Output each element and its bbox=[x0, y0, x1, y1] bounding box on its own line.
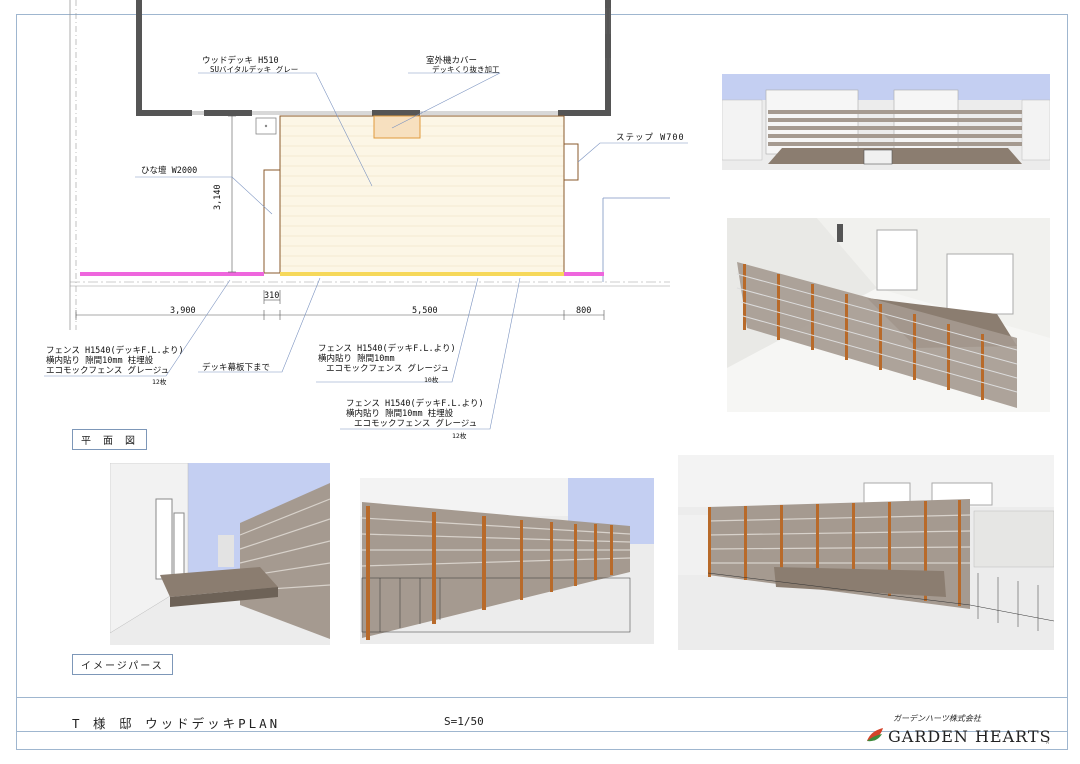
fence-line-mid bbox=[280, 272, 564, 276]
fence-left-line1: フェンス H1540(デッキF.L.より) bbox=[46, 346, 184, 356]
corner-mark: A bbox=[1046, 740, 1050, 746]
ac-cover-plan bbox=[373, 115, 421, 139]
plan-view-drawing bbox=[44, 0, 688, 430]
hina-step-plan bbox=[263, 169, 281, 274]
wood-deck-sub: SUバイタルデッキ グレー bbox=[210, 65, 299, 74]
dimension-800: 800 bbox=[576, 306, 592, 316]
fence-mid-line3: エコモックフェンス グレージュ bbox=[326, 364, 450, 374]
wood-deck-plan bbox=[279, 115, 565, 274]
company-name-en: GARDEN HEARTS bbox=[888, 727, 1052, 746]
fence-mid-count: 10枚 bbox=[424, 376, 439, 384]
fence-left-line2: 横内貼り 隙間10mm 柱埋設 bbox=[46, 356, 154, 366]
title-bar-top-line bbox=[16, 697, 1068, 698]
dimension-3900: 3,900 bbox=[170, 306, 196, 316]
fence-left-count: 12枚 bbox=[152, 378, 167, 386]
fence-mid-line2: 横内貼り 隙間10mm bbox=[318, 354, 395, 364]
drawing-scale: S=1/50 bbox=[444, 715, 484, 728]
perse-view-center bbox=[360, 478, 654, 644]
fence-right-line1: フェンス H1540(デッキF.L.より) bbox=[346, 399, 484, 409]
plan-view-label: 平 面 図 bbox=[72, 429, 148, 450]
dimension-3140: 3,140 bbox=[213, 184, 223, 210]
hina-step-label: ひな壇 W2000 bbox=[141, 166, 198, 176]
drawing-title: T 様 邸 ウッドデッキPLAN bbox=[72, 716, 281, 731]
perse-view-front bbox=[722, 74, 1050, 170]
step-plan bbox=[563, 143, 579, 181]
fence-right-count: 12枚 bbox=[452, 432, 467, 440]
dimension-310: 310 bbox=[264, 291, 280, 301]
perse-view-right bbox=[678, 455, 1054, 650]
fence-right-line3: エコモックフェンス グレージュ bbox=[354, 419, 478, 429]
fence-right-line2: 横内貼り 隙間10mm 柱埋設 bbox=[346, 409, 454, 419]
fence-mid-line1: フェンス H1540(デッキF.L.より) bbox=[318, 344, 456, 354]
fence-line-right bbox=[564, 272, 604, 276]
company-name-jp: ガーデンハーツ株式会社 bbox=[893, 714, 981, 723]
deck-board-note: デッキ幕板下まで bbox=[202, 363, 271, 373]
perse-view-left bbox=[110, 463, 330, 645]
fence-left-line3: エコモックフェンス グレージュ bbox=[46, 366, 170, 376]
leaf-logo-icon bbox=[867, 728, 883, 742]
ac-cover-sub: デッキくり抜き加工 bbox=[432, 65, 500, 74]
fence-line-left bbox=[80, 272, 264, 276]
dimension-5500: 5,500 bbox=[412, 306, 438, 316]
perse-view-aerial bbox=[727, 218, 1050, 412]
step-label: ステップ W700 bbox=[616, 133, 685, 143]
image-perse-label: イメージパース bbox=[72, 654, 173, 675]
